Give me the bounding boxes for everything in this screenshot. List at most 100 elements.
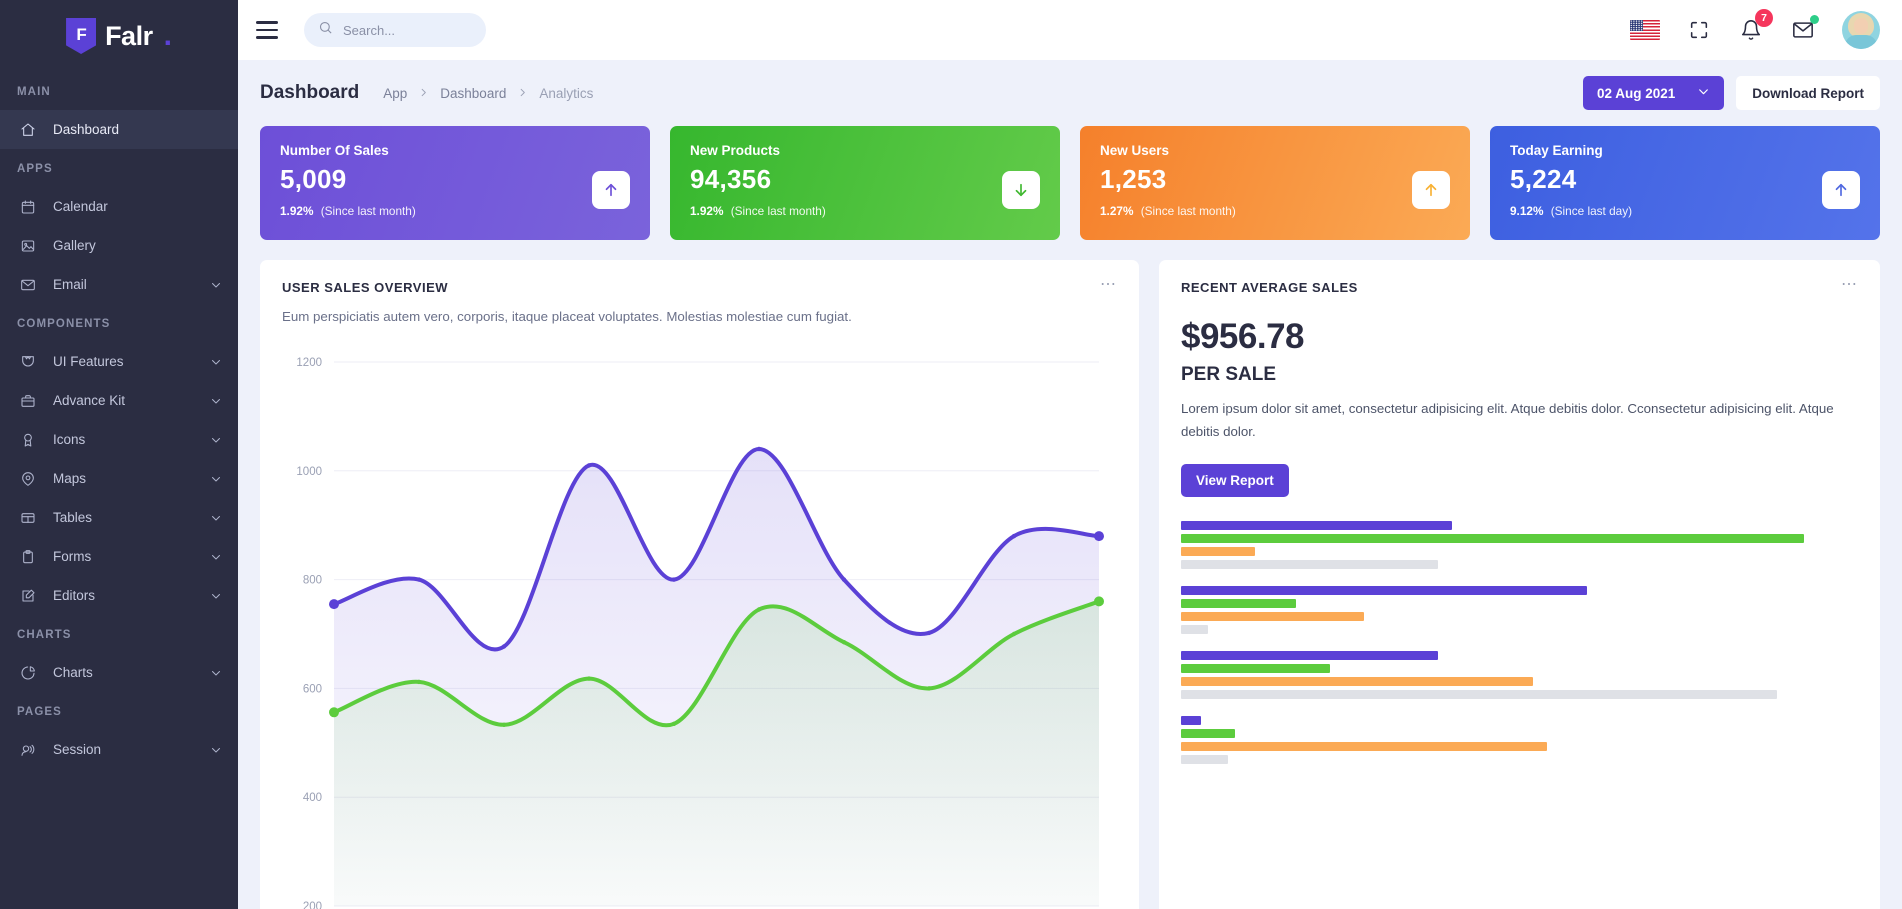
- bar-grey[interactable]: [1181, 690, 1777, 699]
- stat-card-new-users[interactable]: New Users 1,253 1.27% (Since last month): [1080, 126, 1470, 240]
- bar-green[interactable]: [1181, 729, 1235, 738]
- view-report-button[interactable]: View Report: [1181, 464, 1289, 497]
- sidebar-item-gallery[interactable]: Gallery: [0, 226, 238, 265]
- chevron-down-icon[interactable]: [210, 551, 222, 563]
- bar-orange[interactable]: [1181, 547, 1255, 556]
- stat-card-change: 9.12% (Since last day): [1510, 204, 1860, 218]
- topbar: 7: [238, 0, 1902, 60]
- sidebar-item-label: Tables: [53, 510, 210, 525]
- svg-text:400: 400: [303, 792, 322, 804]
- panel-title: RECENT AVERAGE SALES: [1181, 280, 1358, 295]
- breadcrumb-item[interactable]: App: [383, 86, 407, 101]
- download-report-button[interactable]: Download Report: [1736, 76, 1880, 110]
- breadcrumb-item[interactable]: Analytics: [539, 86, 593, 101]
- calendar-icon: [17, 196, 39, 218]
- bar-purple[interactable]: [1181, 651, 1438, 660]
- panel-header: RECENT AVERAGE SALES ⋯: [1181, 280, 1858, 295]
- sidebar-item-label: Calendar: [53, 199, 222, 214]
- bell-icon[interactable]: 7: [1738, 17, 1764, 43]
- sidebar-item-charts[interactable]: Charts: [0, 653, 238, 692]
- stat-card-percent: 1.92%: [280, 204, 313, 218]
- stat-card-value: 5,009: [280, 164, 630, 195]
- sidebar-item-ui-features[interactable]: UI Features: [0, 342, 238, 381]
- chevron-down-icon[interactable]: [210, 473, 222, 485]
- sidebar-item-label: UI Features: [53, 354, 210, 369]
- bar-purple[interactable]: [1181, 521, 1452, 530]
- us-flag-icon[interactable]: [1630, 20, 1660, 40]
- chevron-down-icon[interactable]: [210, 512, 222, 524]
- main-area: 7: [238, 0, 1902, 909]
- stat-card-percent: 1.92%: [690, 204, 723, 218]
- sidebar-item-icons[interactable]: Icons: [0, 420, 238, 459]
- sidebar-item-tables[interactable]: Tables: [0, 498, 238, 537]
- sidebar-item-label: Maps: [53, 471, 210, 486]
- brand-logo[interactable]: F Falr .: [0, 0, 238, 72]
- sidebar-item-dashboard[interactable]: Dashboard: [0, 110, 238, 149]
- bar-green[interactable]: [1181, 534, 1804, 543]
- brand-mark-icon: F: [66, 18, 96, 54]
- svg-text:600: 600: [303, 683, 322, 695]
- bar-grey[interactable]: [1181, 560, 1438, 569]
- search-input[interactable]: [343, 23, 463, 38]
- sidebar-item-email[interactable]: Email: [0, 265, 238, 304]
- chevron-right-icon: [517, 86, 528, 101]
- sidebar-item-advance-kit[interactable]: Advance Kit: [0, 381, 238, 420]
- bar-orange[interactable]: [1181, 742, 1547, 751]
- bar-green[interactable]: [1181, 664, 1330, 673]
- search-box[interactable]: [304, 13, 486, 47]
- sidebar-item-label: Dashboard: [53, 122, 222, 137]
- breadcrumb-item[interactable]: Dashboard: [440, 86, 506, 101]
- bar-grey[interactable]: [1181, 625, 1208, 634]
- horizontal-bar-chart[interactable]: [1181, 521, 1858, 764]
- stat-card-period: (Since last month): [321, 204, 416, 218]
- sidebar-section-label: MAIN: [0, 72, 238, 110]
- topbar-actions: 7: [1630, 11, 1880, 49]
- more-horizontal-icon[interactable]: ⋯: [1841, 280, 1858, 290]
- bar-orange[interactable]: [1181, 612, 1364, 621]
- chevron-down-icon[interactable]: [210, 279, 222, 291]
- bar-group: [1181, 586, 1858, 634]
- avatar[interactable]: [1842, 11, 1880, 49]
- sidebar-item-editors[interactable]: Editors: [0, 576, 238, 615]
- stat-card-today-earning[interactable]: Today Earning 5,224 9.12% (Since last da…: [1490, 126, 1880, 240]
- sidebar-item-calendar[interactable]: Calendar: [0, 187, 238, 226]
- session-icon: [17, 739, 39, 761]
- sidebar-item-label: Advance Kit: [53, 393, 210, 408]
- arrow-up-icon: [1822, 171, 1860, 209]
- sidebar-nav: MAIN Dashboard APPS Calendar Gallery Ema…: [0, 72, 238, 769]
- sidebar-item-session[interactable]: Session: [0, 730, 238, 769]
- svg-text:1200: 1200: [296, 357, 322, 369]
- bar-group: [1181, 716, 1858, 764]
- bar-grey[interactable]: [1181, 755, 1228, 764]
- chevron-down-icon[interactable]: [210, 667, 222, 679]
- bar-purple[interactable]: [1181, 586, 1587, 595]
- stat-card-title: Number Of Sales: [280, 143, 630, 158]
- bar-green[interactable]: [1181, 599, 1296, 608]
- sidebar-item-label: Gallery: [53, 238, 222, 253]
- chevron-down-icon[interactable]: [210, 395, 222, 407]
- chevron-right-icon: [418, 86, 429, 101]
- stat-card-title: Today Earning: [1510, 143, 1860, 158]
- sidebar-item-maps[interactable]: Maps: [0, 459, 238, 498]
- arrow-up-icon: [1412, 171, 1450, 209]
- chevron-down-icon[interactable]: [210, 434, 222, 446]
- stat-card-new-products[interactable]: New Products 94,356 1.92% (Since last mo…: [670, 126, 1060, 240]
- sidebar-item-forms[interactable]: Forms: [0, 537, 238, 576]
- svg-text:1000: 1000: [296, 466, 322, 478]
- fullscreen-icon[interactable]: [1686, 17, 1712, 43]
- bar-orange[interactable]: [1181, 677, 1533, 686]
- chevron-down-icon[interactable]: [210, 356, 222, 368]
- date-picker-button[interactable]: 02 Aug 2021: [1583, 76, 1724, 110]
- sidebar-section-label: PAGES: [0, 692, 238, 730]
- line-chart[interactable]: 12001000800600400200: [282, 352, 1117, 909]
- mail-icon[interactable]: [1790, 17, 1816, 43]
- stat-card-number-of-sales[interactable]: Number Of Sales 5,009 1.92% (Since last …: [260, 126, 650, 240]
- hamburger-icon[interactable]: [256, 17, 282, 43]
- ui-features-icon: [17, 351, 39, 373]
- bar-purple[interactable]: [1181, 716, 1201, 725]
- briefcase-icon: [17, 390, 39, 412]
- more-horizontal-icon[interactable]: ⋯: [1100, 280, 1117, 290]
- chevron-down-icon[interactable]: [210, 744, 222, 756]
- chevron-down-icon[interactable]: [210, 590, 222, 602]
- mail-icon: [17, 274, 39, 296]
